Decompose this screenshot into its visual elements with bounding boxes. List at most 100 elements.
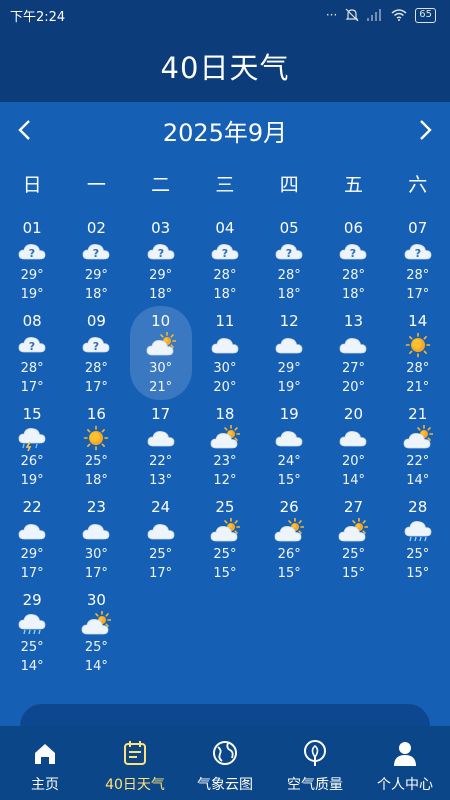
low-temp: 17° — [84, 380, 108, 395]
partly-cloudy-icon — [210, 518, 240, 542]
tab-home[interactable]: 主页 — [0, 726, 90, 800]
high-temp: 20° — [341, 454, 365, 469]
rain-icon — [18, 614, 46, 635]
day-number: 08 — [22, 312, 42, 330]
calendar-day[interactable]: 28 25° 15° — [386, 498, 450, 591]
low-temp: 15° — [341, 566, 365, 581]
calendar-day[interactable]: 09? 28° 17° — [64, 312, 128, 405]
mute-icon — [345, 8, 359, 22]
low-temp: 19° — [20, 287, 44, 302]
low-temp: 20° — [341, 380, 365, 395]
partly-cloudy-icon — [146, 332, 176, 356]
day-number: 21 — [408, 405, 428, 423]
calendar-day[interactable]: 18 23° 12° — [193, 405, 257, 498]
calendar-day[interactable]: 24 25° 17° — [129, 498, 193, 591]
svg-text:?: ? — [222, 247, 228, 260]
high-temp: 29° — [84, 268, 108, 283]
weekday-label: 二 — [151, 174, 171, 196]
calendar-day[interactable]: 06? 28° 18° — [321, 219, 385, 312]
status-bar: 下午2:24 ··· 65 — [0, 0, 450, 30]
svg-text:?: ? — [157, 247, 163, 260]
day-number: 28 — [408, 498, 428, 516]
low-temp: 15° — [406, 566, 430, 581]
status-icons: ··· 65 — [325, 7, 436, 23]
bottom-tab-bar: 主页 40日天气 气象云图 空气质量 个人中心 — [0, 726, 450, 800]
low-temp: 14° — [84, 659, 108, 674]
calendar-day-selected[interactable]: 10 30° 21° — [129, 306, 193, 405]
tab-globe[interactable]: 气象云图 — [180, 726, 270, 800]
high-temp: 30° — [84, 547, 108, 562]
high-temp: 25° — [341, 547, 365, 562]
day-number: 16 — [86, 405, 106, 423]
tab-leaf[interactable]: 空气质量 — [270, 726, 360, 800]
day-number: 26 — [279, 498, 299, 516]
high-temp: 23° — [213, 454, 237, 469]
calendar-day[interactable]: 04? 28° 18° — [193, 219, 257, 312]
calendar-day[interactable]: 03? 29° 18° — [129, 219, 193, 312]
svg-text:?: ? — [29, 340, 35, 353]
calendar-day[interactable]: 22 29° 17° — [0, 498, 64, 591]
high-temp: 30° — [213, 361, 237, 376]
calendar-day[interactable]: 15 26° 19° — [0, 405, 64, 498]
month-label: 2025年9月 — [162, 118, 288, 147]
unknown-icon: ? — [211, 244, 239, 260]
day-number: 20 — [343, 405, 363, 423]
high-temp: 22° — [406, 454, 430, 469]
day-number: 27 — [343, 498, 363, 516]
calendar-day[interactable]: 29 25° 14° — [0, 591, 64, 684]
high-temp: 28° — [84, 361, 108, 376]
calendar-day[interactable]: 21 22° 14° — [386, 405, 450, 498]
calendar-day[interactable]: 14 28° 21° — [386, 312, 450, 405]
unknown-icon: ? — [82, 244, 110, 260]
calendar-day[interactable]: 01? 29° 19° — [0, 219, 64, 312]
low-temp: 17° — [84, 566, 108, 581]
next-month-button[interactable] — [412, 110, 440, 150]
calendar-day[interactable]: 11 30° 20° — [193, 312, 257, 405]
thunderstorm-icon — [18, 428, 46, 451]
low-temp: 18° — [213, 287, 237, 302]
high-temp: 28° — [406, 361, 430, 376]
calendar-day[interactable]: 08? 28° 17° — [0, 312, 64, 405]
day-number: 07 — [408, 219, 428, 237]
high-temp: 28° — [341, 268, 365, 283]
tab-user[interactable]: 个人中心 — [360, 726, 450, 800]
calendar-day[interactable]: 07? 28° 17° — [386, 219, 450, 312]
svg-text:?: ? — [415, 247, 421, 260]
day-number: 17 — [151, 405, 171, 423]
more-icon: ··· — [325, 8, 338, 22]
day-number: 13 — [343, 312, 363, 330]
calendar-day[interactable]: 17 22° 13° — [129, 405, 193, 498]
calendar-day[interactable]: 25 25° 15° — [193, 498, 257, 591]
day-number: 05 — [279, 219, 299, 237]
calendar-day[interactable]: 30 25° 14° — [64, 591, 128, 684]
high-temp: 28° — [213, 268, 237, 283]
prev-month-button[interactable] — [10, 110, 38, 150]
high-temp: 28° — [277, 268, 301, 283]
calendar-day[interactable]: 26 26° 15° — [257, 498, 321, 591]
app-header: 40日天气 — [0, 30, 450, 102]
calendar-day[interactable]: 19 24° 15° — [257, 405, 321, 498]
month-navigator: 2025年9月 — [0, 106, 450, 154]
calendar-day[interactable]: 12 29° 19° — [257, 312, 321, 405]
tab-calendar[interactable]: 40日天气 — [90, 726, 180, 800]
calendar-day[interactable]: 23 30° 17° — [64, 498, 128, 591]
day-number: 06 — [343, 219, 363, 237]
cloudy-icon — [340, 338, 367, 354]
calendar-day[interactable]: 27 25° 15° — [321, 498, 385, 591]
cloudy-icon — [340, 431, 367, 447]
calendar-day[interactable]: 16 25° 18° — [64, 405, 128, 498]
calendar-day[interactable]: 20 20° 14° — [321, 405, 385, 498]
cloudy-icon — [211, 338, 239, 354]
day-number: 10 — [151, 312, 171, 330]
low-temp: 15° — [277, 566, 301, 581]
day-number: 01 — [22, 219, 42, 237]
calendar-icon — [124, 741, 146, 765]
cloudy-icon — [82, 524, 110, 540]
calendar-day[interactable]: 13 27° 20° — [321, 312, 385, 405]
calendar-day[interactable]: 05? 28° 18° — [257, 219, 321, 312]
battery-indicator: 65 — [415, 7, 436, 23]
calendar-day[interactable]: 02? 29° 18° — [64, 219, 128, 312]
unknown-icon: ? — [82, 337, 110, 353]
low-temp: 15° — [213, 566, 237, 581]
low-temp: 17° — [406, 287, 430, 302]
